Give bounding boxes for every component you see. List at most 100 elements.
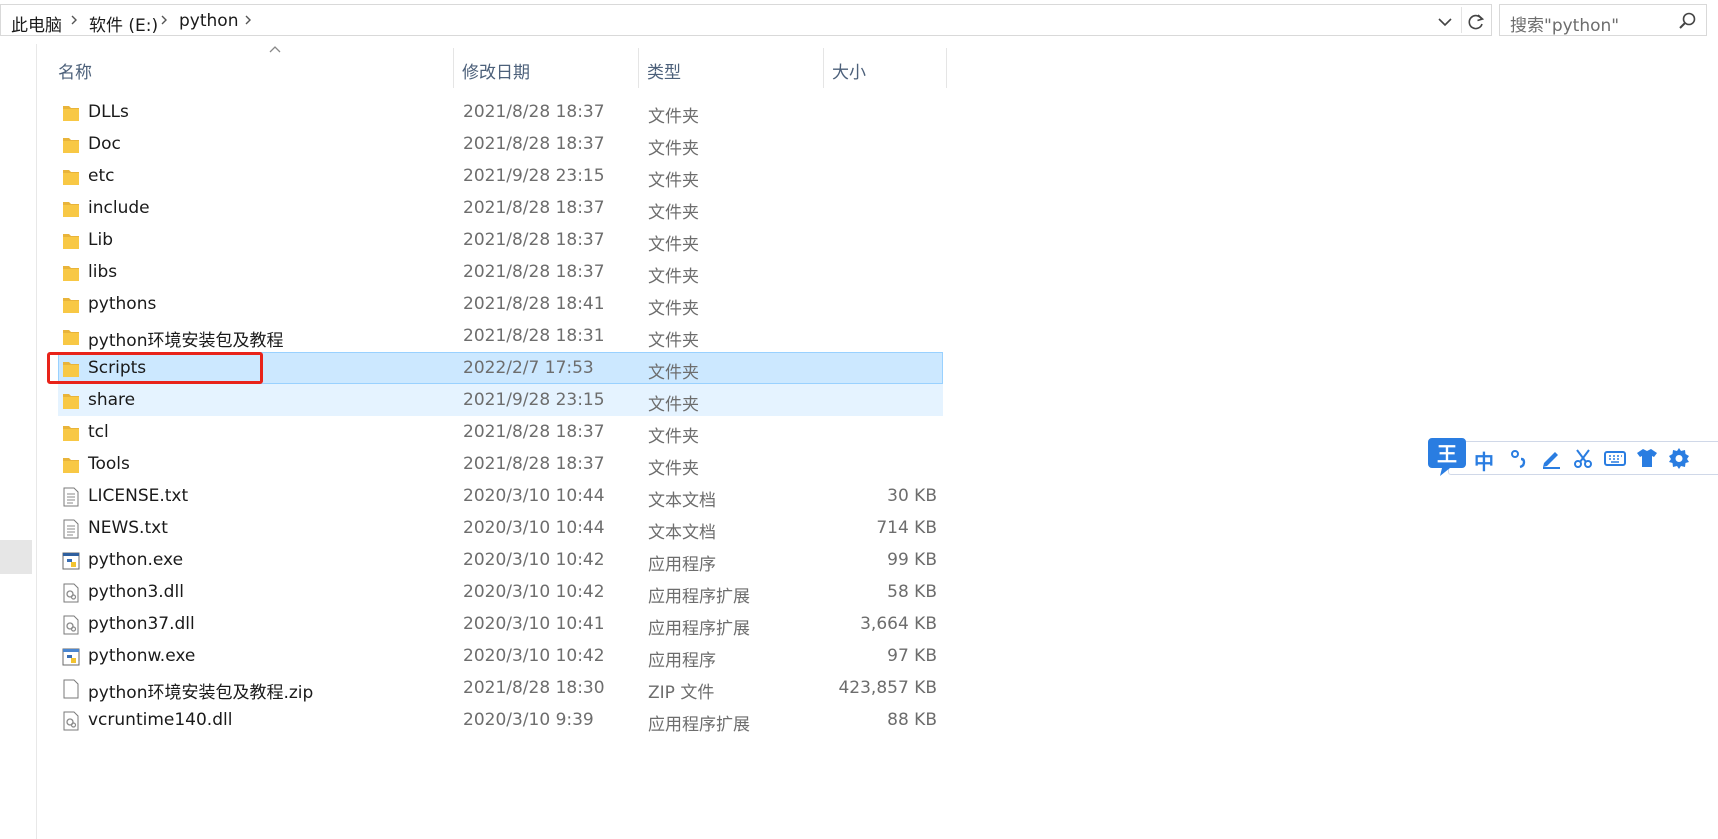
file-type: 文件夹	[648, 267, 699, 287]
file-size: 423,857 KB	[838, 678, 937, 698]
column-header-size[interactable]: 大小	[832, 48, 946, 90]
file-row[interactable]: etc 2021/9/28 23:15 文件夹	[58, 160, 1032, 192]
folder-icon	[62, 103, 80, 123]
file-name: share	[88, 390, 136, 410]
chevron-right-icon[interactable]	[241, 13, 255, 27]
file-size: 30 KB	[887, 486, 937, 506]
file-modified-date: 2021/8/28 18:31	[463, 326, 605, 346]
ime-logo-icon[interactable]: 王	[1426, 434, 1468, 478]
file-row[interactable]: Lib 2021/8/28 18:37 文件夹	[58, 224, 1032, 256]
explorer-toolbar: 此电脑 软件 (E:) python 搜索"python"	[0, 0, 1718, 38]
folder-icon	[62, 391, 80, 411]
breadcrumb-python[interactable]: python	[179, 11, 238, 31]
file-row[interactable]: include 2021/8/28 18:37 文件夹	[58, 192, 1032, 224]
file-row[interactable]: Tools 2021/8/28 18:37 文件夹	[58, 448, 1032, 480]
file-modified-date: 2021/8/28 18:37	[463, 422, 605, 442]
breadcrumb-drive[interactable]: 软件 (E:)	[89, 11, 158, 36]
folder-icon	[62, 263, 80, 283]
file-row[interactable]: share 2021/9/28 23:15 文件夹	[58, 384, 943, 416]
file-modified-date: 2021/8/28 18:37	[463, 262, 605, 282]
navigation-pane[interactable]	[0, 44, 37, 839]
file-name: Tools	[88, 454, 130, 474]
nav-selected-item[interactable]	[0, 540, 32, 574]
file-modified-date: 2021/8/28 18:37	[463, 230, 605, 250]
folder-icon	[62, 423, 80, 443]
file-row[interactable]: vcruntime140.dll 2020/3/10 9:39 应用程序扩展 88 K…	[58, 704, 1032, 736]
column-header-date-label: 修改日期	[462, 63, 530, 83]
file-modified-date: 2021/8/28 18:37	[463, 134, 605, 154]
column-header-type-label: 类型	[647, 63, 681, 83]
keyboard-icon[interactable]	[1604, 447, 1626, 469]
file-name: pythons	[88, 294, 157, 314]
pen-icon[interactable]	[1540, 447, 1562, 469]
file-name: Lib	[88, 230, 113, 250]
file-row[interactable]: pythonw.exe 2020/3/10 10:42 应用程序 97 KB	[58, 640, 1032, 672]
punctuation-icon[interactable]	[1508, 447, 1530, 469]
file-type: 文件夹	[648, 459, 699, 479]
skin-shirt-icon[interactable]	[1636, 447, 1658, 469]
ime-mode-chinese[interactable]: 中	[1474, 446, 1494, 475]
file-row[interactable]: DLLs 2021/8/28 18:37 文件夹	[58, 96, 1032, 128]
file-size: 714 KB	[876, 518, 937, 538]
file-type: 文件夹	[648, 203, 699, 223]
file-name: Doc	[88, 134, 121, 154]
file-row[interactable]: python37.dll 2020/3/10 10:41 应用程序扩展 3,664 K…	[58, 608, 1032, 640]
file-type: 文件夹	[648, 331, 699, 351]
file-type: 文件夹	[648, 363, 699, 383]
column-header-name-label: 名称	[58, 63, 92, 83]
file-type: 文件夹	[648, 171, 699, 191]
column-header-type[interactable]: 类型	[647, 48, 823, 90]
file-size: 99 KB	[887, 550, 937, 570]
file-row[interactable]: python环境安装包及教程 2021/8/28 18:31 文件夹	[58, 320, 1032, 352]
settings-gear-icon[interactable]	[1668, 447, 1690, 469]
file-row[interactable]: tcl 2021/8/28 18:37 文件夹	[58, 416, 1032, 448]
file-type: 文件夹	[648, 299, 699, 319]
column-divider[interactable]	[638, 48, 639, 88]
scissors-icon[interactable]	[1572, 447, 1594, 469]
folder-icon	[62, 135, 80, 155]
file-type: 文件夹	[648, 235, 699, 255]
search-input[interactable]: 搜索"python"	[1499, 4, 1707, 36]
folder-icon	[62, 295, 80, 315]
column-header-size-label: 大小	[832, 63, 866, 83]
file-type: 文件夹	[648, 427, 699, 447]
file-name: etc	[88, 166, 115, 186]
file-modified-date: 2021/9/28 23:15	[463, 390, 605, 410]
file-row[interactable]: pythons 2021/8/28 18:41 文件夹	[58, 288, 1032, 320]
search-icon[interactable]	[1678, 11, 1698, 31]
file-row[interactable]: LICENSE.txt 2020/3/10 10:44 文本文档 30 KB	[58, 480, 1032, 512]
file-modified-date: 2021/8/28 18:37	[463, 102, 605, 122]
file-row[interactable]: Doc 2021/8/28 18:37 文件夹	[58, 128, 1032, 160]
refresh-icon[interactable]	[1465, 11, 1487, 33]
file-name: libs	[88, 262, 118, 282]
file-row[interactable]: libs 2021/8/28 18:37 文件夹	[58, 256, 1032, 288]
file-size: 3,664 KB	[860, 614, 937, 634]
chevron-down-icon[interactable]	[1435, 13, 1455, 31]
file-row[interactable]: NEWS.txt 2020/3/10 10:44 文本文档 714 KB	[58, 512, 1032, 544]
column-divider[interactable]	[946, 48, 947, 88]
chevron-right-icon[interactable]	[67, 13, 81, 27]
breadcrumb-this-pc[interactable]: 此电脑	[11, 11, 62, 36]
column-divider[interactable]	[823, 48, 824, 88]
ime-logo-text: 王	[1437, 442, 1457, 466]
file-row[interactable]: python.exe 2020/3/10 10:42 应用程序 99 KB	[58, 544, 1032, 576]
file-type: 文件夹	[648, 139, 699, 159]
file-row[interactable]: python环境安装包及教程.zip 2021/8/28 18:30 ZIP 文件 4…	[58, 672, 1032, 704]
file-type: 文件夹	[648, 107, 699, 127]
file-modified-date: 2021/8/28 18:41	[463, 294, 605, 314]
file-modified-date: 2022/2/7 17:53	[463, 358, 594, 378]
file-row[interactable]: python3.dll 2020/3/10 10:42 应用程序扩展 58 KB	[58, 576, 1032, 608]
folder-icon	[62, 167, 80, 187]
column-header-date[interactable]: 修改日期	[462, 48, 638, 90]
annotation-highlight-box	[47, 352, 263, 384]
file-modified-date: 2021/8/28 18:37	[463, 198, 605, 218]
column-header-name[interactable]: 名称	[58, 48, 454, 90]
chevron-right-icon[interactable]	[157, 13, 171, 27]
column-divider[interactable]	[453, 48, 454, 88]
ime-toolbar: 王 中	[1426, 434, 1718, 478]
divider	[1461, 7, 1462, 33]
folder-icon	[62, 327, 80, 347]
file-list: DLLs 2021/8/28 18:37 文件夹 Doc 2021/8/28 18:37…	[58, 96, 1032, 736]
address-bar[interactable]: 此电脑 软件 (E:) python	[0, 4, 1492, 36]
file-name: python环境安装包及教程	[88, 331, 284, 351]
